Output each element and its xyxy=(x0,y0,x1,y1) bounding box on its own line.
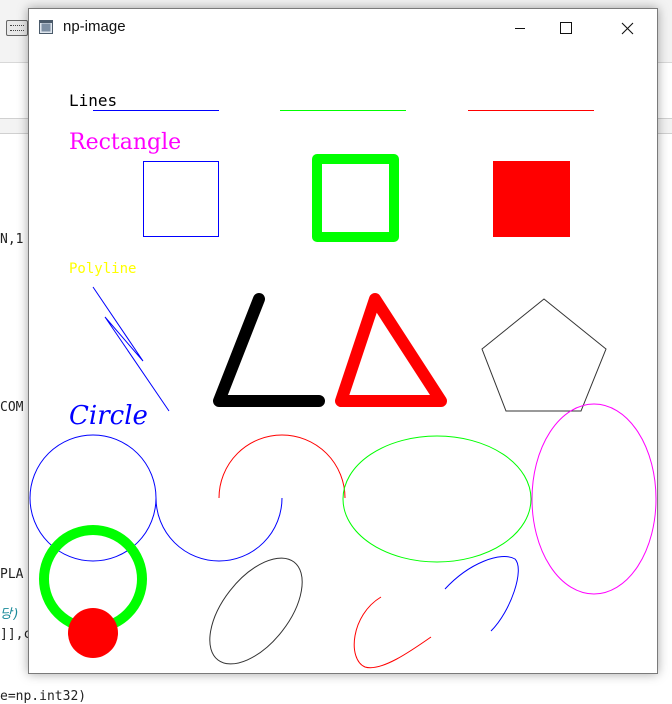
close-button[interactable] xyxy=(597,9,657,47)
background-code-line: N,1 xyxy=(0,232,24,247)
minimize-button[interactable] xyxy=(497,9,543,47)
zigzag-polyline xyxy=(92,286,170,412)
background-code-line: PLA xyxy=(0,567,24,582)
blue-circle xyxy=(29,434,157,562)
red-partial-ellipse xyxy=(353,596,432,669)
drawing-surface: Lines Rectangle Polyline Circle xyxy=(29,91,657,669)
blue-partial-ellipse xyxy=(444,556,519,632)
background-code-line: COM xyxy=(0,400,24,415)
image-window[interactable]: np-image Lines Rectangle Polyline Circle xyxy=(28,8,658,674)
thick-square xyxy=(312,154,399,242)
blue-arc xyxy=(155,497,283,562)
polyline-label: Polyline xyxy=(69,261,136,277)
rectangle-label: Rectangle xyxy=(69,130,181,155)
circle-label: Circle xyxy=(69,401,148,431)
background-code-line: e=np.int32) xyxy=(0,689,87,704)
keyboard-icon[interactable] xyxy=(6,20,28,36)
window-title: np-image xyxy=(63,18,126,35)
green-ellipse xyxy=(342,435,532,563)
app-window-icon xyxy=(39,20,53,34)
black-angle-polyline xyxy=(213,293,325,407)
lines-label: Lines xyxy=(69,91,117,110)
maximize-icon xyxy=(560,22,572,34)
filled-square xyxy=(493,161,570,237)
rotated-ellipse xyxy=(209,557,303,665)
maximize-button[interactable] xyxy=(543,9,589,47)
filled-red-circle xyxy=(68,608,118,658)
title-bar[interactable]: np-image xyxy=(29,9,657,48)
pentagon xyxy=(481,298,607,412)
background-code-line: 당) xyxy=(0,607,20,622)
background-code-line: ]],c xyxy=(0,627,32,642)
minimize-icon xyxy=(515,28,525,29)
outline-square xyxy=(143,161,219,237)
close-icon xyxy=(621,22,633,34)
image-canvas: Lines Rectangle Polyline Circle xyxy=(29,47,657,673)
red-arc xyxy=(218,434,346,499)
magenta-ellipse xyxy=(531,403,657,595)
red-triangle xyxy=(335,293,447,407)
